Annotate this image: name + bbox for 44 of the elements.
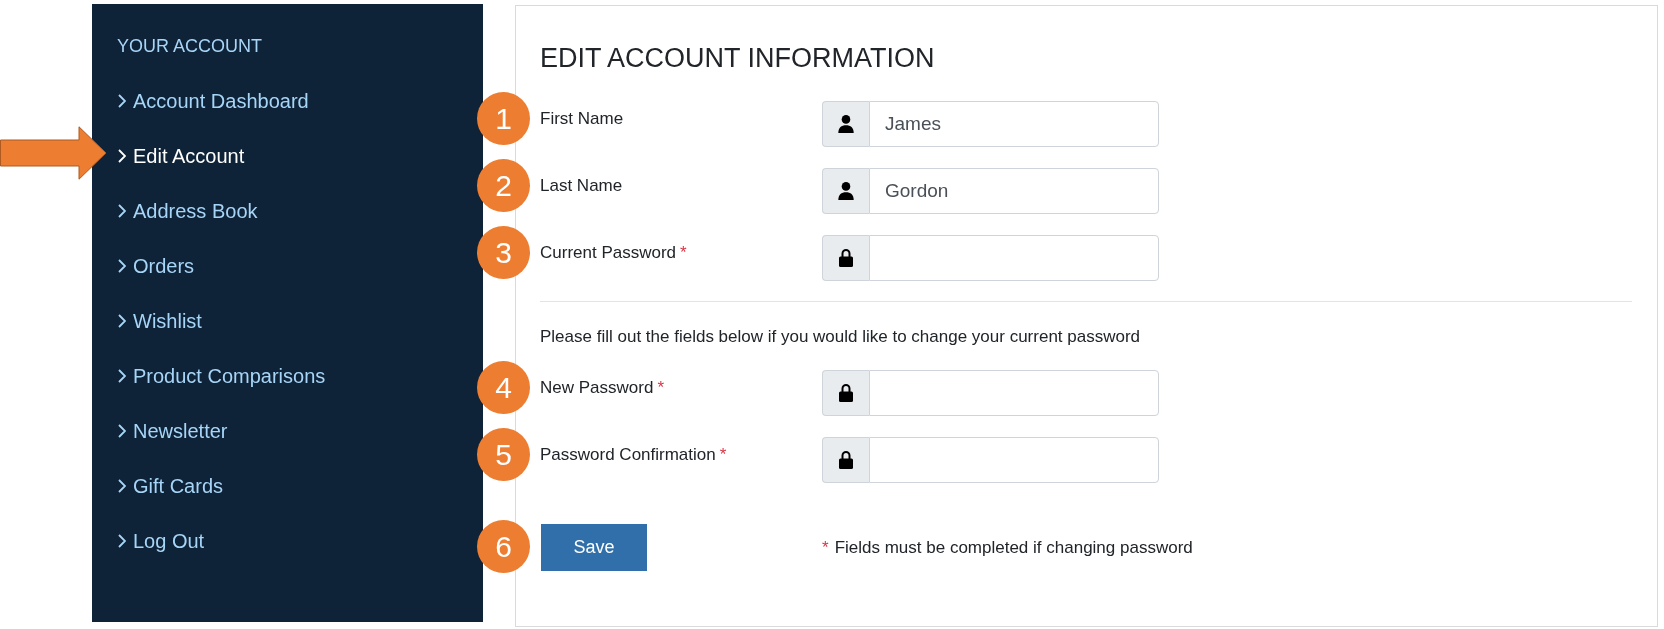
step-marker: 3	[477, 226, 530, 279]
text-field[interactable]: Gordon	[869, 168, 1159, 214]
password-field[interactable]	[869, 437, 1159, 483]
sidebar-link[interactable]: Log Out	[118, 528, 205, 553]
chevron-right-icon	[118, 533, 126, 548]
step-marker: 6	[477, 519, 530, 573]
chevron-right-icon	[118, 313, 126, 328]
person-icon	[838, 115, 854, 133]
password-field[interactable]	[869, 370, 1159, 416]
sidebar-link[interactable]: Edit Account	[118, 143, 245, 168]
password-hint: Please fill out the fields below if you would like to change your current password	[540, 326, 1141, 348]
step-marker: 5	[477, 428, 530, 481]
text-field[interactable]: James	[869, 101, 1159, 147]
sidebar-link[interactable]: Gift Cards	[118, 473, 224, 498]
sidebar-link[interactable]: Orders	[118, 253, 195, 278]
field-label: New Password *	[540, 377, 664, 399]
lock-icon	[839, 384, 853, 402]
sidebar-link[interactable]: Newsletter	[118, 418, 228, 443]
password-field[interactable]	[869, 235, 1159, 281]
person-icon	[838, 182, 854, 200]
chevron-right-icon	[118, 203, 126, 218]
chevron-right-icon	[118, 258, 126, 273]
sidebar-heading: YOUR ACCOUNT	[117, 35, 262, 57]
chevron-right-icon	[118, 368, 126, 383]
lock-icon	[839, 249, 853, 267]
lock-icon	[839, 451, 853, 469]
field-label: First Name	[540, 108, 624, 130]
chevron-right-icon	[118, 93, 126, 108]
chevron-right-icon	[118, 478, 126, 493]
sidebar-link[interactable]: Account Dashboard	[118, 88, 309, 113]
sidebar-link[interactable]: Wishlist	[118, 308, 202, 333]
step-marker: 2	[477, 159, 530, 212]
field-label: Password Confirmation *	[540, 444, 727, 466]
chevron-right-icon	[118, 148, 126, 163]
save-button[interactable]: Save	[541, 524, 647, 571]
sidebar-link[interactable]: Product Comparisons	[118, 363, 326, 388]
required-note: * Fields must be completed if changing password	[822, 536, 1193, 559]
step-marker: 4	[477, 361, 530, 414]
sidebar-link[interactable]: Address Book	[118, 198, 258, 223]
field-label: Last Name	[540, 175, 623, 197]
page-title: EDIT ACCOUNT INFORMATION	[540, 42, 935, 74]
step-marker: 1	[477, 92, 530, 145]
field-label: Current Password *	[540, 242, 687, 264]
chevron-right-icon	[118, 423, 126, 438]
